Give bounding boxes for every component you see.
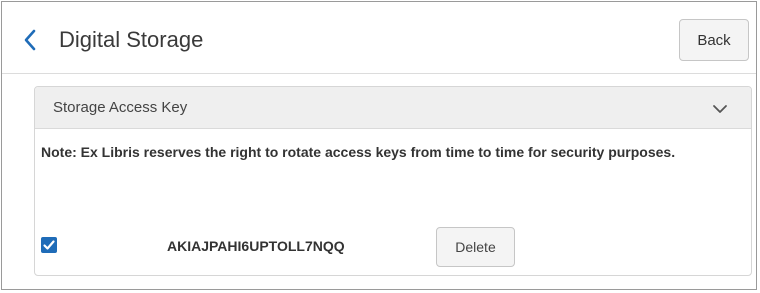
section-header[interactable]: Storage Access Key bbox=[35, 87, 751, 129]
storage-access-key-section: Storage Access Key Note: Ex Libris reser… bbox=[34, 86, 752, 276]
security-note: Note: Ex Libris reserves the right to ro… bbox=[41, 144, 676, 160]
access-key-value: AKIAJPAHI6UPTOLL7NQQ bbox=[167, 238, 345, 254]
back-button[interactable]: Back bbox=[679, 19, 749, 61]
chevron-down-icon[interactable] bbox=[711, 102, 729, 116]
chevron-left-icon[interactable] bbox=[22, 28, 38, 52]
page-title: Digital Storage bbox=[59, 27, 204, 52]
checkmark-icon bbox=[43, 240, 55, 250]
section-title: Storage Access Key bbox=[53, 99, 188, 116]
digital-storage-panel: Digital Storage Back Storage Access Key … bbox=[1, 1, 757, 290]
delete-button[interactable]: Delete bbox=[436, 227, 515, 267]
page-header: Digital Storage Back bbox=[2, 2, 756, 74]
key-checkbox[interactable] bbox=[41, 237, 57, 253]
